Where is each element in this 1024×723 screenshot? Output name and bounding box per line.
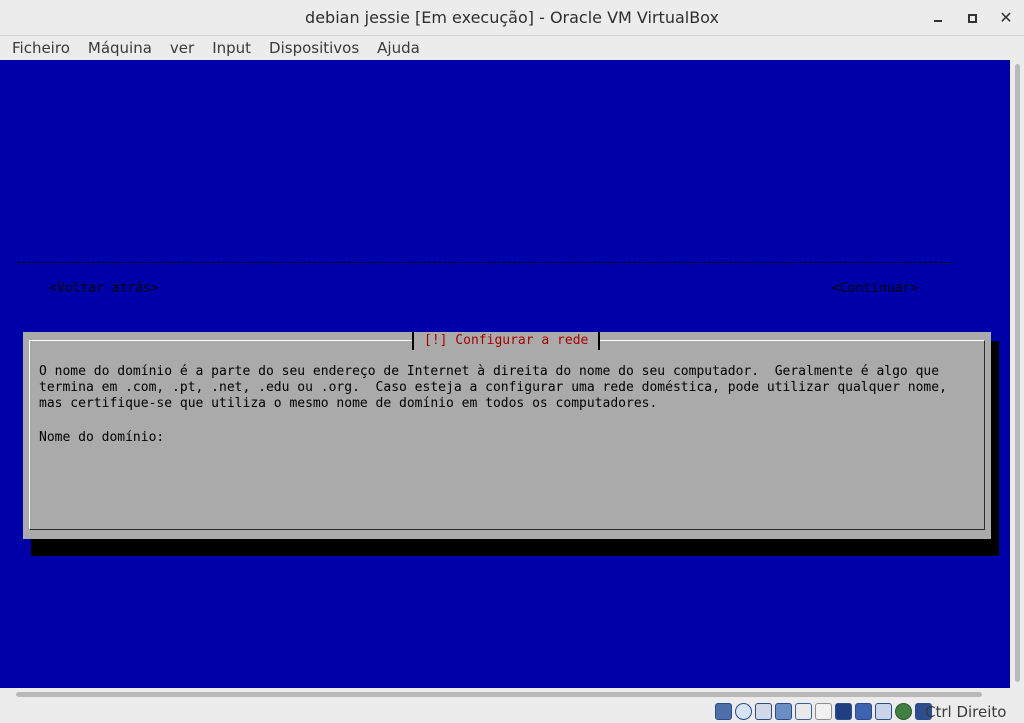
hard-disk-icon[interactable] bbox=[715, 703, 732, 720]
menu-maquina[interactable]: Máquina bbox=[79, 39, 161, 57]
domain-name-input[interactable] bbox=[24, 248, 952, 262]
horizontal-scroll-thumb[interactable] bbox=[16, 692, 982, 697]
maximize-button[interactable] bbox=[960, 6, 984, 30]
vm-display[interactable]: [!] Configurar a rede O nome do domínio … bbox=[0, 60, 1010, 688]
usb-icon[interactable] bbox=[795, 703, 812, 720]
installer-dialog: [!] Configurar a rede O nome do domínio … bbox=[23, 332, 991, 539]
audio-icon[interactable] bbox=[755, 703, 772, 720]
vertical-scroll-thumb[interactable] bbox=[1015, 64, 1020, 682]
video-capture-icon[interactable] bbox=[855, 703, 872, 720]
menubar: Ficheiro Máquina ver Input Dispositivos … bbox=[0, 36, 1024, 60]
close-icon: ✕ bbox=[999, 8, 1013, 27]
menu-ficheiro[interactable]: Ficheiro bbox=[3, 39, 79, 57]
horizontal-scrollbar[interactable] bbox=[0, 688, 1024, 700]
vertical-scrollbar[interactable] bbox=[1010, 60, 1024, 688]
status-bar: Ctrl Direito bbox=[0, 700, 1024, 723]
dialog-title: [!] Configurar a rede bbox=[412, 332, 601, 350]
status-icons bbox=[715, 703, 932, 720]
shared-folders-icon[interactable] bbox=[815, 703, 832, 720]
menu-ajuda[interactable]: Ajuda bbox=[368, 39, 429, 57]
window-title: debian jessie [Em execução] - Oracle VM … bbox=[305, 8, 719, 27]
input-underline bbox=[17, 262, 952, 263]
menu-dispositivos[interactable]: Dispositivos bbox=[260, 39, 368, 57]
minimize-button[interactable] bbox=[926, 6, 950, 30]
domain-field-label: Nome do domínio: bbox=[39, 430, 165, 445]
network-icon[interactable] bbox=[775, 703, 792, 720]
menu-input[interactable]: Input bbox=[203, 39, 260, 57]
close-button[interactable]: ✕ bbox=[994, 6, 1018, 30]
optical-drive-icon[interactable] bbox=[735, 703, 752, 720]
menu-ver[interactable]: ver bbox=[161, 39, 203, 57]
cpu-icon[interactable] bbox=[875, 703, 892, 720]
display-icon[interactable] bbox=[835, 703, 852, 720]
mouse-integration-icon[interactable] bbox=[895, 703, 912, 720]
dialog-description: O nome do domínio é a parte do seu ender… bbox=[39, 364, 947, 411]
maximize-icon bbox=[967, 13, 977, 23]
host-key-label: Ctrl Direito bbox=[925, 703, 1007, 721]
back-button[interactable]: <Voltar atrás> bbox=[49, 281, 159, 296]
window-titlebar: debian jessie [Em execução] - Oracle VM … bbox=[0, 0, 1024, 36]
minimize-icon bbox=[934, 20, 942, 22]
continue-button[interactable]: <Continuar> bbox=[832, 281, 918, 296]
